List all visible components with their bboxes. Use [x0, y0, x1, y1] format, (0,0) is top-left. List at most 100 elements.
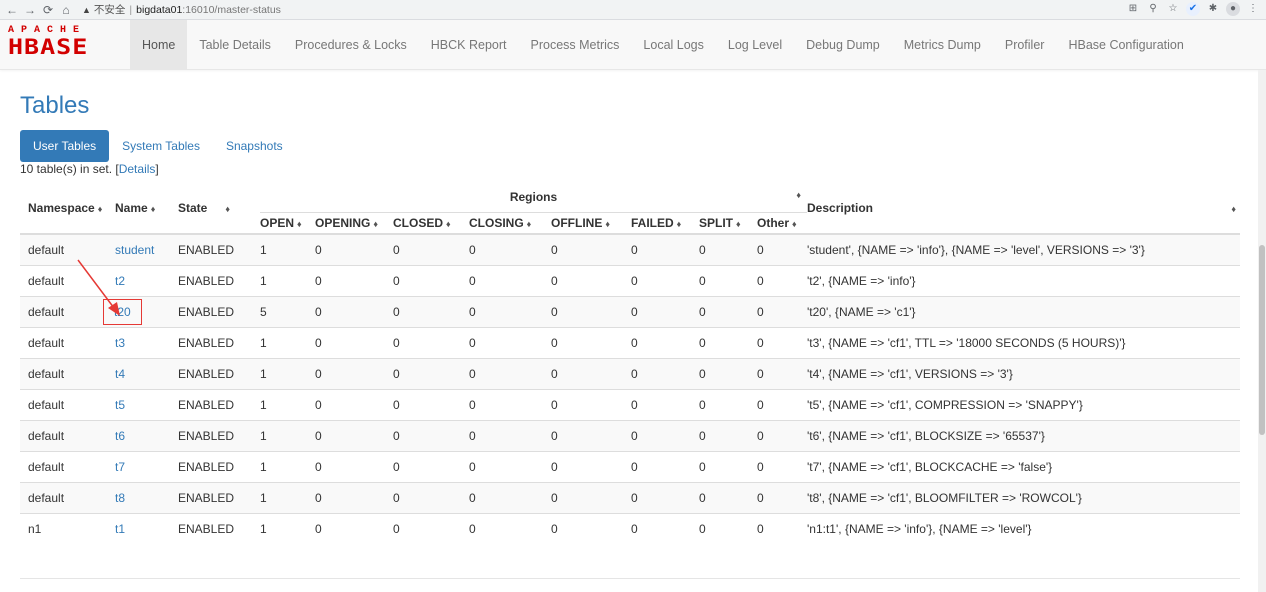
puzzle-icon[interactable]: ✱	[1206, 2, 1220, 16]
cell-region-other: 0	[757, 357, 807, 389]
cell-name: t1	[115, 512, 178, 544]
table-tabs: User Tables System Tables Snapshots	[20, 130, 1246, 162]
nav-hbase-configuration[interactable]: HBase Configuration	[1056, 20, 1195, 69]
header-open[interactable]: OPEN ♦	[260, 212, 315, 234]
table-name-link[interactable]: t8	[115, 491, 125, 505]
cell-region-closing: 0	[469, 450, 551, 482]
tab-system-tables[interactable]: System Tables	[109, 130, 213, 162]
cell-state: ENABLED	[178, 295, 260, 327]
cell-namespace: default	[20, 233, 115, 265]
cell-region-open: 1	[260, 450, 315, 482]
tab-snapshots[interactable]: Snapshots	[213, 130, 296, 162]
header-other[interactable]: Other ♦	[757, 212, 807, 234]
cell-region-closed: 0	[393, 295, 469, 327]
header-opening[interactable]: OPENING ♦	[315, 212, 393, 234]
cell-region-closing: 0	[469, 419, 551, 451]
table-name-link[interactable]: t5	[115, 398, 125, 412]
cell-region-offline: 0	[551, 388, 631, 420]
cell-region-other: 0	[757, 264, 807, 296]
tab-user-tables[interactable]: User Tables	[20, 130, 110, 162]
home-icon[interactable]: ⌂	[58, 3, 74, 17]
footer-divider	[20, 578, 1240, 579]
star-icon[interactable]: ☆	[1166, 2, 1180, 16]
header-name[interactable]: Name ♦	[115, 182, 178, 234]
details-link[interactable]: Details	[119, 162, 156, 176]
table-row: default t4 ENABLED 1 0 0 0 0 0 0 0't4', {NAME => '…	[20, 357, 1240, 389]
cell-region-offline: 0	[551, 450, 631, 482]
browser-toolbar: ← → ⟳ ⌂ ▲ 不安全 | bigdata01 :16010/master-…	[0, 0, 1266, 20]
table-name-link[interactable]: student	[115, 243, 154, 257]
cell-region-offline: 0	[551, 326, 631, 358]
cell-state: ENABLED	[178, 512, 260, 544]
table-row: default t7 ENABLED 1 0 0 0 0 0 0 0't7', {NAME => '…	[20, 450, 1240, 482]
cell-region-opening: 0	[315, 326, 393, 358]
cell-name: student	[115, 233, 178, 265]
forward-icon[interactable]: →	[22, 3, 38, 17]
table-name-link[interactable]: t2	[115, 274, 125, 288]
table-row: default t6 ENABLED 1 0 0 0 0 0 0 0't6', {NAME => '…	[20, 419, 1240, 451]
cell-namespace: default	[20, 264, 115, 296]
cell-region-split: 0	[699, 388, 757, 420]
table-name-link[interactable]: t3	[115, 336, 125, 350]
cell-region-closed: 0	[393, 326, 469, 358]
cell-region-open: 1	[260, 512, 315, 544]
nav-metrics-dump[interactable]: Metrics Dump	[892, 20, 993, 69]
header-regions[interactable]: Regions ♦	[260, 182, 807, 213]
header-description[interactable]: Description ♦	[807, 182, 1240, 234]
nav-local-logs[interactable]: Local Logs	[631, 20, 715, 69]
nav-procedures-locks[interactable]: Procedures & Locks	[283, 20, 419, 69]
header-closed[interactable]: CLOSED ♦	[393, 212, 469, 234]
header-state[interactable]: State ♦	[178, 182, 260, 234]
table-name-link[interactable]: t20	[103, 298, 142, 325]
table-name-link[interactable]: t7	[115, 460, 125, 474]
cell-region-open: 1	[260, 357, 315, 389]
cell-description: 't4', {NAME => 'cf1', VERSIONS => '3'}	[807, 357, 1240, 389]
header-closing[interactable]: CLOSING ♦	[469, 212, 551, 234]
cell-region-opening: 0	[315, 388, 393, 420]
cell-namespace: default	[20, 388, 115, 420]
security-label: 不安全	[93, 4, 126, 16]
cell-name: t7	[115, 450, 178, 482]
cell-region-failed: 0	[631, 450, 699, 482]
cell-region-closing: 0	[469, 481, 551, 513]
header-namespace[interactable]: Namespace ♦	[20, 182, 115, 234]
cell-region-other: 0	[757, 481, 807, 513]
reload-icon[interactable]: ⟳	[40, 3, 56, 17]
cell-region-offline: 0	[551, 512, 631, 544]
profile-icon[interactable]: ●	[1226, 2, 1240, 16]
translate-icon[interactable]: ⊞	[1126, 2, 1140, 16]
cell-name: t3	[115, 326, 178, 358]
cell-region-opening: 0	[315, 357, 393, 389]
cell-region-closed: 0	[393, 357, 469, 389]
cell-region-failed: 0	[631, 326, 699, 358]
cell-region-other: 0	[757, 326, 807, 358]
nav-log-level[interactable]: Log Level	[716, 20, 794, 69]
back-icon[interactable]: ←	[4, 3, 20, 17]
nav-process-metrics[interactable]: Process Metrics	[519, 20, 632, 69]
url-path: :16010/master-status	[182, 3, 281, 16]
nav-table-details[interactable]: Table Details	[187, 20, 283, 69]
nav-profiler[interactable]: Profiler	[993, 20, 1057, 69]
nav-home[interactable]: Home	[130, 20, 188, 69]
scrollbar-thumb[interactable]	[1259, 245, 1265, 435]
page-scrollbar[interactable]	[1258, 70, 1266, 592]
header-split[interactable]: SPLIT ♦	[699, 212, 757, 234]
nav-debug-dump[interactable]: Debug Dump	[794, 20, 892, 69]
nav-hbck-report[interactable]: HBCK Report	[419, 20, 519, 69]
cell-region-split: 0	[699, 450, 757, 482]
table-name-link[interactable]: t4	[115, 367, 125, 381]
hbase-logo[interactable]: APACHE HBASE	[0, 20, 130, 69]
cell-description: 'n1:t1', {NAME => 'info'}, {NAME => 'lev…	[807, 512, 1240, 544]
address-bar[interactable]: ▲ 不安全 | bigdata01 :16010/master-status	[82, 2, 281, 17]
cell-namespace: n1	[20, 512, 115, 544]
cell-region-closed: 0	[393, 388, 469, 420]
table-name-link[interactable]: t1	[115, 522, 125, 536]
hbase-navbar: APACHE HBASE Home Table Details Procedures…	[0, 20, 1266, 70]
table-name-link[interactable]: t6	[115, 429, 125, 443]
extension-icon[interactable]: ✔	[1186, 2, 1200, 16]
header-offline[interactable]: OFFLINE ♦	[551, 212, 631, 234]
cell-region-closing: 0	[469, 357, 551, 389]
zoom-icon[interactable]: ⚲	[1146, 2, 1160, 16]
menu-icon[interactable]: ⋮	[1246, 2, 1260, 16]
header-failed[interactable]: FAILED ♦	[631, 212, 699, 234]
